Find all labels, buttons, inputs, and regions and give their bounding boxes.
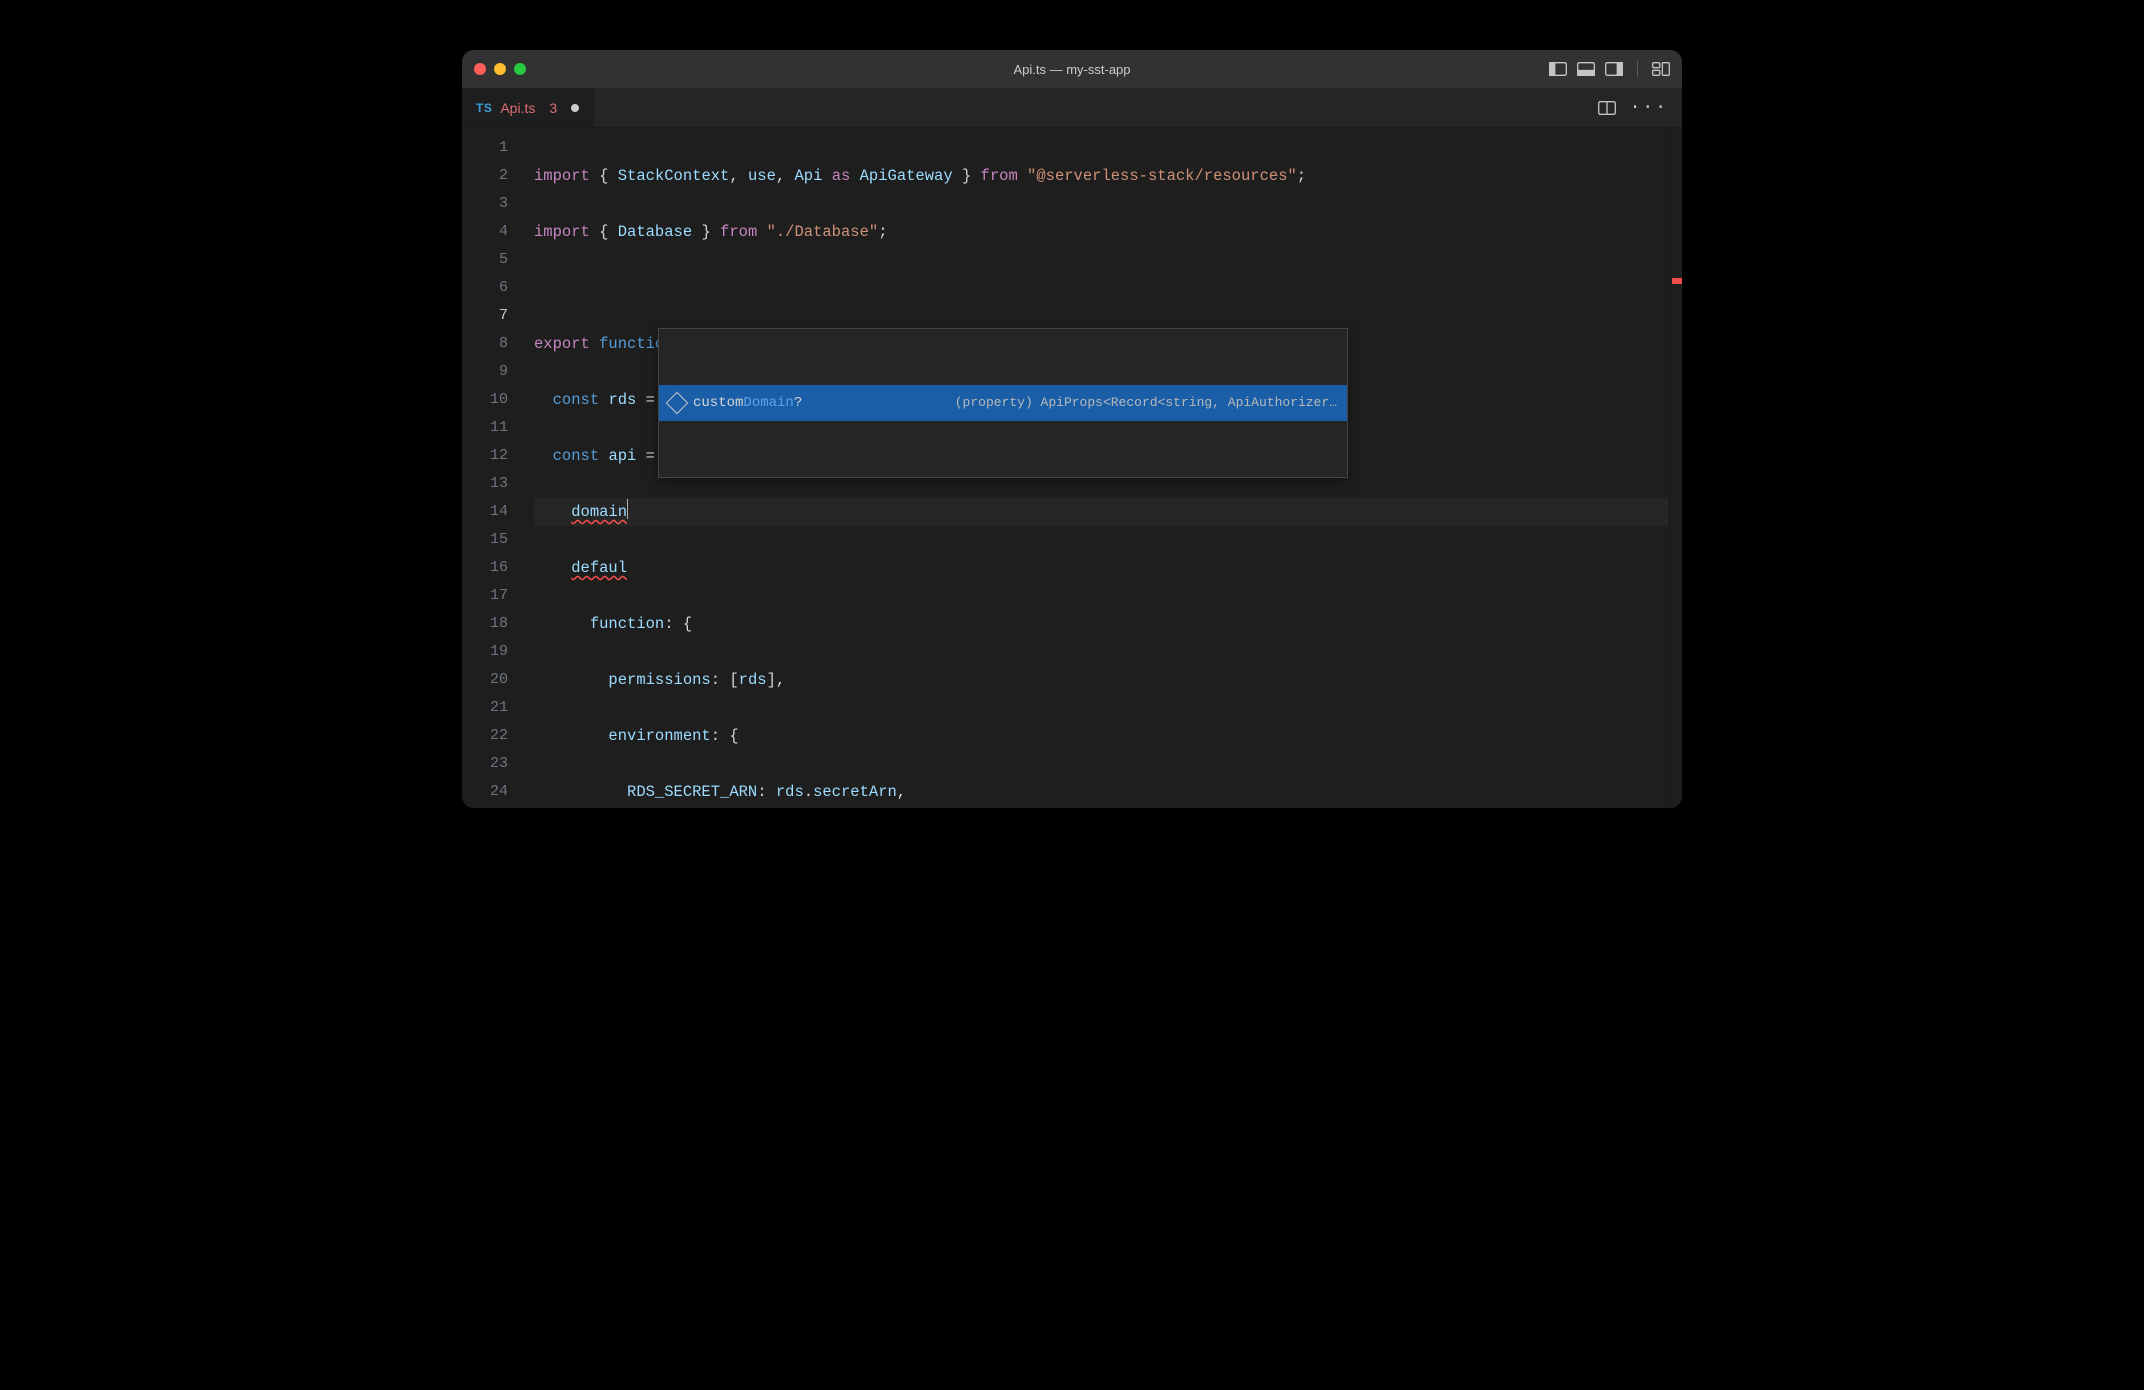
- editor-body: 1 2 3 4 5 6 7 8 9 10 11 12 13 14 15 16 1…: [462, 128, 1682, 808]
- minimap-scrollbar[interactable]: [1668, 128, 1682, 808]
- autocomplete-detail: (property) ApiProps<Record<string, ApiAu…: [955, 389, 1337, 417]
- line-number: 12: [462, 442, 528, 470]
- active-line: domain: [534, 498, 1668, 526]
- panel-bottom-icon[interactable]: [1577, 62, 1595, 76]
- text-cursor: [627, 499, 628, 519]
- close-window-button[interactable]: [474, 63, 486, 75]
- line-number: 22: [462, 722, 528, 750]
- tab-dirty-indicator-icon: [571, 104, 579, 112]
- line-number: 17: [462, 582, 528, 610]
- tab-api-ts[interactable]: TS Api.ts 3: [462, 88, 594, 127]
- line-number: 3: [462, 190, 528, 218]
- titlebar-actions: [1549, 61, 1670, 77]
- titlebar-divider: [1637, 61, 1638, 77]
- autocomplete-popup[interactable]: customDomain? (property) ApiProps<Record…: [658, 328, 1348, 478]
- autocomplete-suggestion[interactable]: customDomain? (property) ApiProps<Record…: [659, 385, 1347, 421]
- line-number: 5: [462, 246, 528, 274]
- tab-problem-count: 3: [549, 100, 557, 116]
- panel-left-icon[interactable]: [1549, 62, 1567, 76]
- property-icon: [666, 392, 689, 415]
- line-number: 13: [462, 470, 528, 498]
- error-token: defaul: [571, 559, 627, 577]
- minimize-window-button[interactable]: [494, 63, 506, 75]
- tab-label: Api.ts: [500, 100, 535, 116]
- minimap-error-marker-icon: [1672, 278, 1682, 284]
- autocomplete-label: customDomain?: [693, 389, 802, 417]
- line-number: 2: [462, 162, 528, 190]
- line-number: 6: [462, 274, 528, 302]
- line-number: 16: [462, 554, 528, 582]
- error-token: domain: [571, 503, 627, 521]
- layout-customize-icon[interactable]: [1652, 62, 1670, 76]
- tab-actions: ···: [1598, 88, 1682, 127]
- line-number: 9: [462, 358, 528, 386]
- editor-window: Api.ts — my-sst-app TS Api.ts 3: [462, 50, 1682, 808]
- traffic-lights: [474, 63, 526, 75]
- line-number: 23: [462, 750, 528, 778]
- line-number: 10: [462, 386, 528, 414]
- line-number: 18: [462, 610, 528, 638]
- window-title: Api.ts — my-sst-app: [462, 62, 1682, 77]
- line-number: 7: [462, 302, 528, 330]
- line-number: 20: [462, 666, 528, 694]
- line-number: 4: [462, 218, 528, 246]
- tab-bar: TS Api.ts 3 ···: [462, 88, 1682, 128]
- titlebar: Api.ts — my-sst-app: [462, 50, 1682, 88]
- line-number: 14: [462, 498, 528, 526]
- code-area[interactable]: import { StackContext, use, Api as ApiGa…: [528, 128, 1668, 808]
- more-actions-icon[interactable]: ···: [1630, 98, 1668, 118]
- line-number: 15: [462, 526, 528, 554]
- zoom-window-button[interactable]: [514, 63, 526, 75]
- line-number: 19: [462, 638, 528, 666]
- line-number: 21: [462, 694, 528, 722]
- line-number: 11: [462, 414, 528, 442]
- typescript-file-icon: TS: [476, 101, 492, 115]
- split-editor-icon[interactable]: [1598, 101, 1616, 115]
- line-number: 24: [462, 778, 528, 806]
- line-number: 1: [462, 134, 528, 162]
- panel-right-icon[interactable]: [1605, 62, 1623, 76]
- line-number: 8: [462, 330, 528, 358]
- line-number-gutter: 1 2 3 4 5 6 7 8 9 10 11 12 13 14 15 16 1…: [462, 128, 528, 808]
